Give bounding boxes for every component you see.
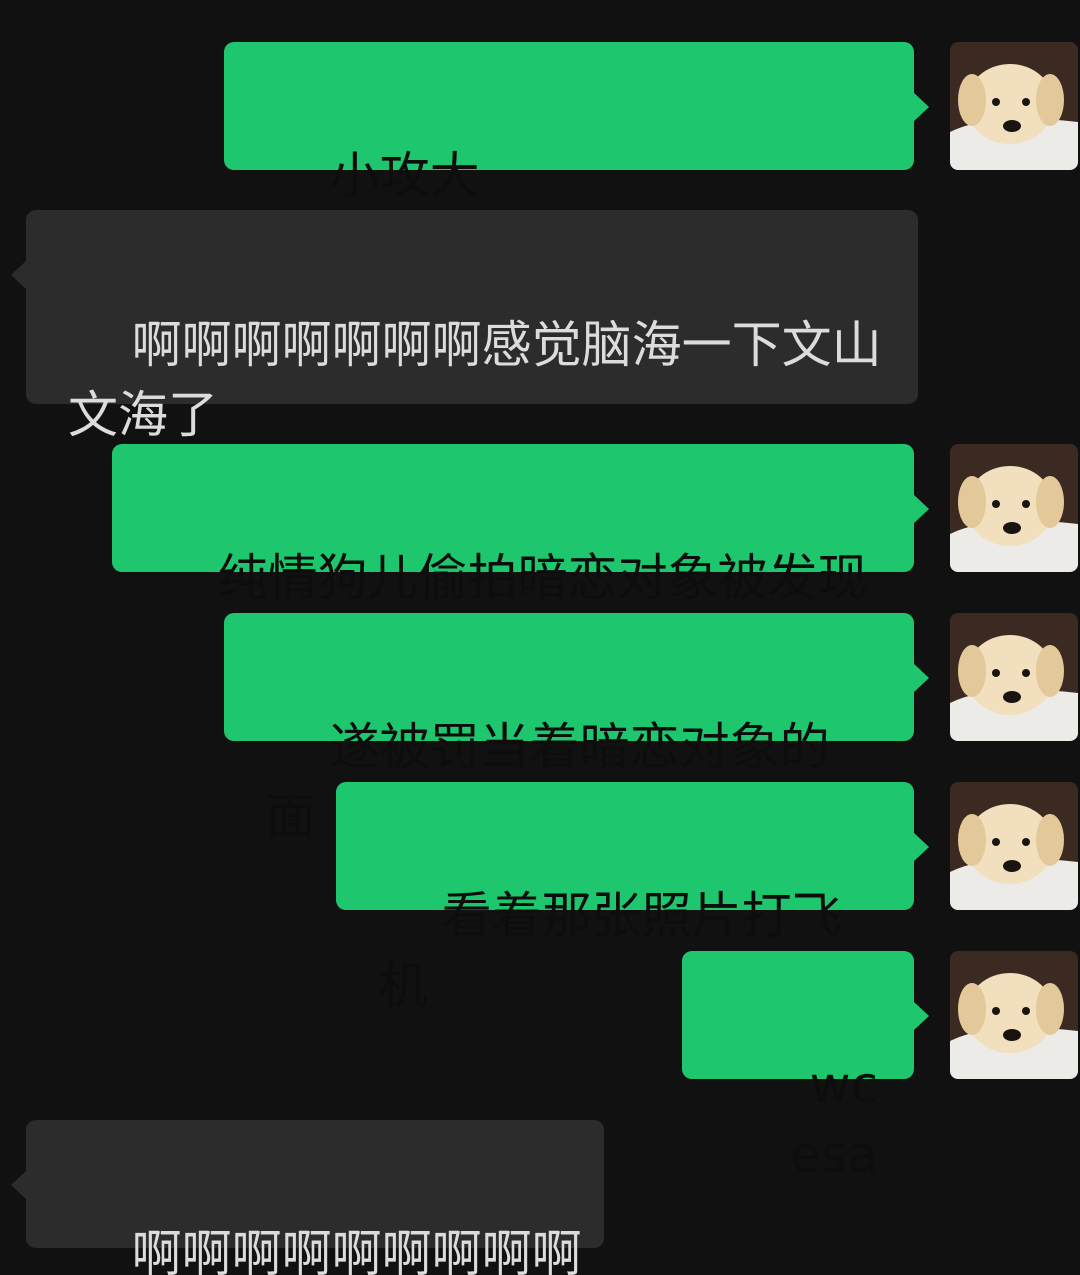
puppy-avatar-icon [950,951,1078,1079]
message-bubble-outgoing[interactable]: 小攻大受！！！！！！！！ [224,42,929,275]
message-bubble-incoming[interactable]: 啊啊啊啊啊啊啊啊啊 [11,1120,604,1275]
avatar[interactable] [950,951,1078,1079]
puppy-avatar-icon [950,42,1078,170]
avatar[interactable] [950,613,1078,741]
message-bubble-outgoing[interactable]: 遂被罚当着暗恋对象的面 [224,613,929,846]
puppy-avatar-icon [950,444,1078,572]
message-text: 啊啊啊啊啊啊啊啊啊 [131,1225,582,1275]
message-bubble-outgoing[interactable]: wcesa [682,951,929,1184]
message-text: wcesa [790,1056,878,1184]
chat-screen: 小攻大受！！！！！！！！ 啊啊啊啊啊啊啊感觉脑海一下文山文海了 纯情狗儿偷拍暗恋… [0,0,1080,1275]
message-text: 纯情狗儿偷拍暗恋对象被发现 [217,549,868,607]
puppy-avatar-icon [950,782,1078,910]
avatar[interactable] [950,42,1078,170]
message-bubble-outgoing[interactable]: 看着那张照片打飞机 [336,782,929,1015]
message-bubble-outgoing[interactable]: 纯情狗儿偷拍暗恋对象被发现 [112,444,929,607]
avatar[interactable] [950,782,1078,910]
puppy-avatar-icon [950,613,1078,741]
message-bubble-incoming[interactable]: 啊啊啊啊啊啊啊感觉脑海一下文山文海了 [11,210,918,444]
message-text: 啊啊啊啊啊啊啊感觉脑海一下文山文海了 [68,316,882,444]
avatar[interactable] [950,444,1078,572]
